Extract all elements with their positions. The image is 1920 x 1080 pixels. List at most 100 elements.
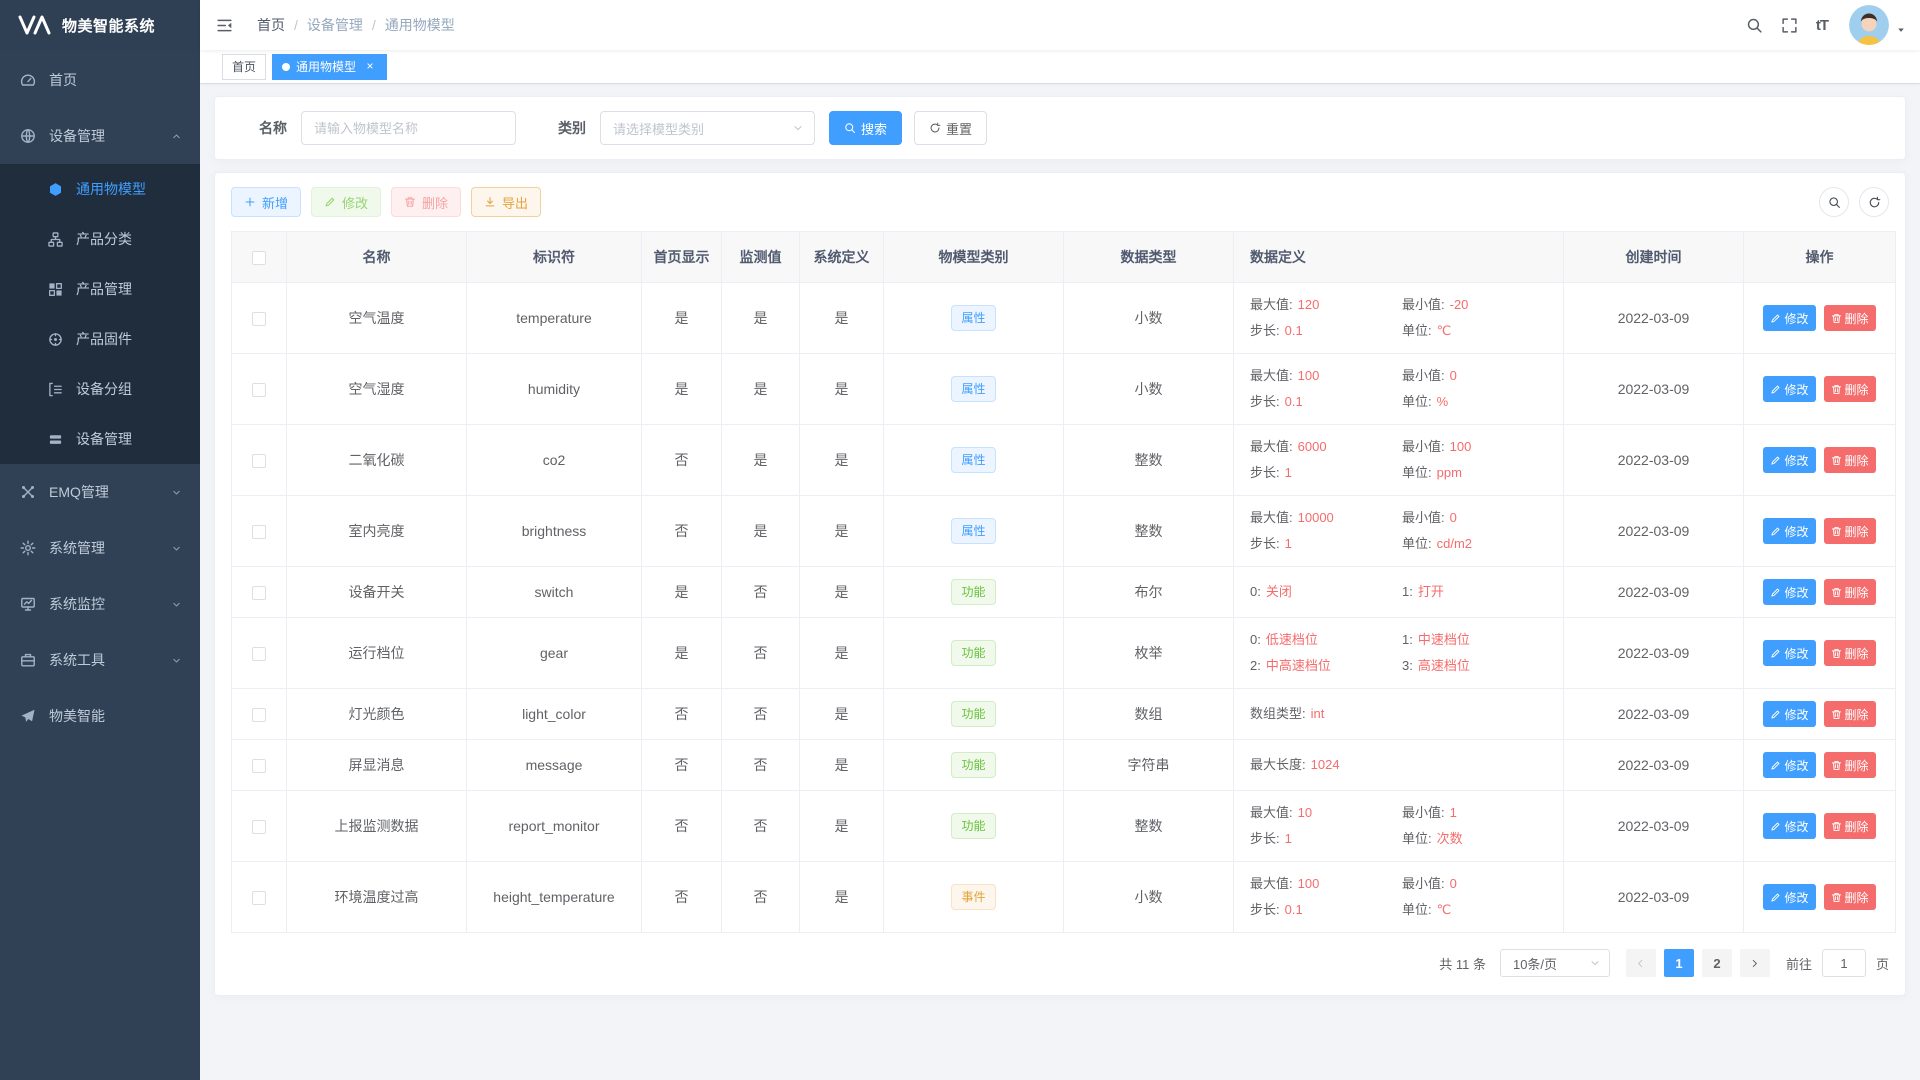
next-page-button[interactable] [1740, 949, 1770, 977]
export-button-label: 导出 [502, 193, 528, 212]
tab-close-icon[interactable]: × [363, 60, 377, 74]
row-edit-button[interactable]: 修改 [1763, 305, 1815, 331]
sidebar-item-wumei-smart[interactable]: 物美智能 [0, 688, 200, 744]
font-size-icon[interactable]: tT [1807, 17, 1837, 34]
cell-monitor-value: 否 [722, 689, 800, 740]
row-delete-button[interactable]: 删除 [1824, 376, 1876, 402]
add-button[interactable]: 新增 [231, 187, 301, 217]
app-logo[interactable]: 物美智能系统 [0, 0, 200, 50]
sidebar-item-product-category[interactable]: 产品分类 [0, 214, 200, 264]
row-edit-button[interactable]: 修改 [1763, 752, 1815, 778]
row-checkbox[interactable] [252, 383, 266, 397]
row-edit-button[interactable]: 修改 [1763, 579, 1815, 605]
cell-data-definition: 最大值:6000最小值:100步长:1单位:ppm [1234, 425, 1564, 496]
sidebar-item-product-management[interactable]: 产品管理 [0, 264, 200, 314]
cell-category: 属性 [884, 425, 1064, 496]
main-area: 首页/设备管理/通用物模型 tT 首页通用物模型× 名称 类别 请选择模型类别 [200, 0, 1920, 1080]
name-filter-input[interactable] [301, 111, 516, 145]
row-checkbox[interactable] [252, 586, 266, 600]
definition-value: 打开 [1418, 584, 1444, 599]
breadcrumb-item[interactable]: 首页 [257, 15, 285, 35]
cell-data-definition: 0:低速档位1:中速档位2:中高速档位3:高速档位 [1234, 618, 1564, 689]
row-edit-button[interactable]: 修改 [1763, 447, 1815, 473]
sidebar-item-emq-management[interactable]: EMQ管理 [0, 464, 200, 520]
export-button[interactable]: 导出 [471, 187, 541, 217]
definition-label: 最小值: [1402, 510, 1445, 525]
page-button-2[interactable]: 2 [1702, 949, 1732, 977]
data-definition-pair: 最小值:0 [1402, 366, 1457, 386]
row-delete-button[interactable]: 删除 [1824, 447, 1876, 473]
row-checkbox[interactable] [252, 647, 266, 661]
edit-button[interactable]: 修改 [311, 187, 381, 217]
category-filter-select[interactable]: 请选择模型类别 [600, 111, 815, 145]
cell-data-definition: 数组类型:int [1234, 689, 1564, 740]
row-delete-button[interactable]: 删除 [1824, 518, 1876, 544]
row-checkbox[interactable] [252, 759, 266, 773]
sidebar-item-label: 产品固件 [76, 329, 132, 349]
header-search-icon[interactable] [1737, 17, 1772, 34]
definition-value: 120 [1298, 297, 1320, 312]
data-definition-line: 0:低速档位1:中速档位 [1250, 630, 1555, 650]
sidebar-item-system-monitor[interactable]: 系统监控 [0, 576, 200, 632]
goto-page-input[interactable] [1822, 949, 1866, 977]
row-delete-button[interactable]: 删除 [1824, 813, 1876, 839]
toggle-search-icon[interactable] [1819, 187, 1849, 217]
page-size-select[interactable]: 10条/页 [1500, 949, 1610, 977]
sidebar-item-device-group[interactable]: 设备分组 [0, 364, 200, 414]
user-avatar[interactable] [1849, 5, 1906, 45]
row-checkbox[interactable] [252, 891, 266, 905]
row-delete-button[interactable]: 删除 [1824, 579, 1876, 605]
row-checkbox[interactable] [252, 820, 266, 834]
row-edit-button[interactable]: 修改 [1763, 884, 1815, 910]
tab-active-dot [282, 63, 290, 71]
row-checkbox[interactable] [252, 312, 266, 326]
definition-label: 最大值: [1250, 805, 1293, 820]
row-edit-button[interactable]: 修改 [1763, 813, 1815, 839]
row-delete-label: 删除 [1845, 818, 1869, 835]
row-delete-button[interactable]: 删除 [1824, 884, 1876, 910]
prev-page-button[interactable] [1626, 949, 1656, 977]
delete-button[interactable]: 删除 [391, 187, 461, 217]
reset-button[interactable]: 重置 [914, 111, 987, 145]
row-edit-button[interactable]: 修改 [1763, 376, 1815, 402]
row-edit-button[interactable]: 修改 [1763, 701, 1815, 727]
row-edit-button[interactable]: 修改 [1763, 640, 1815, 666]
definition-value: 中速档位 [1418, 632, 1470, 647]
tab-首页[interactable]: 首页 [222, 54, 266, 80]
row-checkbox[interactable] [252, 525, 266, 539]
definition-label: 步长: [1250, 323, 1280, 338]
row-delete-button[interactable]: 删除 [1824, 640, 1876, 666]
fullscreen-icon[interactable] [1772, 17, 1807, 34]
row-edit-button[interactable]: 修改 [1763, 518, 1815, 544]
data-definition-line: 最大值:10000最小值:0 [1250, 508, 1555, 528]
sidebar-item-home[interactable]: 首页 [0, 52, 200, 108]
cell-identifier: temperature [467, 283, 642, 354]
navbar-right: tT [1737, 5, 1920, 45]
cell-data-definition: 最大值:100最小值:0步长:0.1单位:℃ [1234, 862, 1564, 933]
sidebar-item-thing-model[interactable]: 通用物模型 [0, 164, 200, 214]
sidebar-item-system-management[interactable]: 系统管理 [0, 520, 200, 576]
sidebar-item-system-tools[interactable]: 系统工具 [0, 632, 200, 688]
toolbox-icon [20, 652, 36, 668]
data-definition-pair: 步长:1 [1250, 463, 1402, 483]
cell-created-time: 2022-03-09 [1564, 791, 1744, 862]
sidebar-toggle-icon[interactable] [200, 17, 249, 34]
cell-created-time: 2022-03-09 [1564, 425, 1744, 496]
row-checkbox[interactable] [252, 708, 266, 722]
search-button[interactable]: 搜索 [829, 111, 902, 145]
tab-通用物模型[interactable]: 通用物模型× [272, 54, 387, 80]
row-delete-button[interactable]: 删除 [1824, 701, 1876, 727]
row-checkbox[interactable] [252, 454, 266, 468]
page-button-1[interactable]: 1 [1664, 949, 1694, 977]
row-delete-button[interactable]: 删除 [1824, 305, 1876, 331]
cell-identifier: report_monitor [467, 791, 642, 862]
select-all-checkbox[interactable] [252, 251, 266, 265]
sidebar-item-device-management[interactable]: 设备管理 [0, 108, 200, 164]
row-delete-button[interactable]: 删除 [1824, 752, 1876, 778]
row-edit-label: 修改 [1784, 584, 1808, 601]
sidebar-item-product-firmware[interactable]: 产品固件 [0, 314, 200, 364]
definition-value: 6000 [1298, 439, 1327, 454]
refresh-table-icon[interactable] [1859, 187, 1889, 217]
definition-label: 1: [1402, 584, 1413, 599]
sidebar-item-device-list[interactable]: 设备管理 [0, 414, 200, 464]
